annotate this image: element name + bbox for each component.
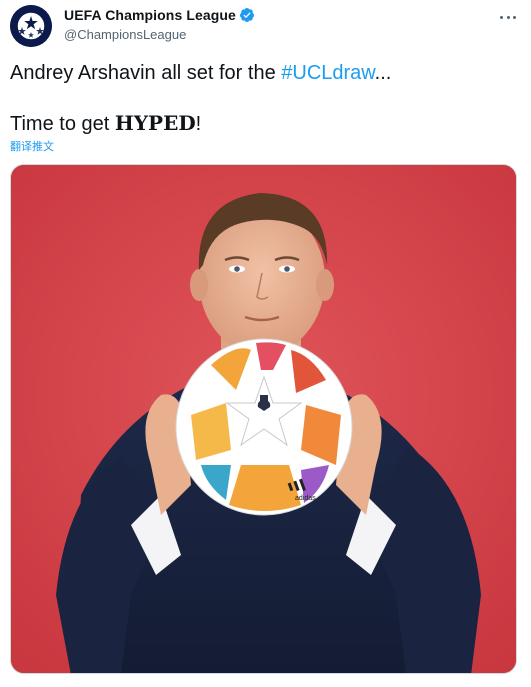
match-ball: adidas	[175, 338, 353, 516]
dot	[500, 15, 503, 19]
tweet-line2-suffix: !	[195, 113, 202, 135]
ucl-starball-logo-icon	[10, 5, 52, 47]
tweet-line2-bold: HYPED	[114, 111, 196, 135]
more-dots-icon[interactable]	[497, 8, 519, 26]
tweet-text-line-2: Time to get HYPED!	[10, 111, 201, 136]
verified-badge-icon	[239, 8, 254, 22]
ball-brand-text: adidas	[295, 495, 316, 502]
account-handle[interactable]: @ChampionsLeague	[64, 27, 186, 42]
tweet-text-suffix: ...	[374, 62, 392, 84]
hashtag-link[interactable]: #UCLdraw	[281, 62, 374, 84]
account-name[interactable]: UEFA Champions League	[64, 7, 236, 23]
dot	[513, 15, 516, 19]
tweet-header: UEFA Champions League @ChampionsLeague	[10, 5, 521, 47]
tweet-photo[interactable]: adidas	[10, 164, 517, 674]
tweet-text-prefix: Andrey Arshavin all set for the	[10, 62, 282, 84]
avatar[interactable]	[10, 5, 52, 47]
dot	[506, 15, 510, 19]
account-name-row[interactable]: UEFA Champions League	[64, 7, 255, 23]
translate-tweet-link[interactable]: 翻译推文	[10, 138, 54, 154]
tweet-text-line-1: Andrey Arshavin all set for the #UCLdraw…	[10, 62, 391, 85]
arshavin-holding-ball-image: adidas	[11, 165, 516, 673]
tweet-line2-prefix: Time to get	[10, 113, 115, 135]
